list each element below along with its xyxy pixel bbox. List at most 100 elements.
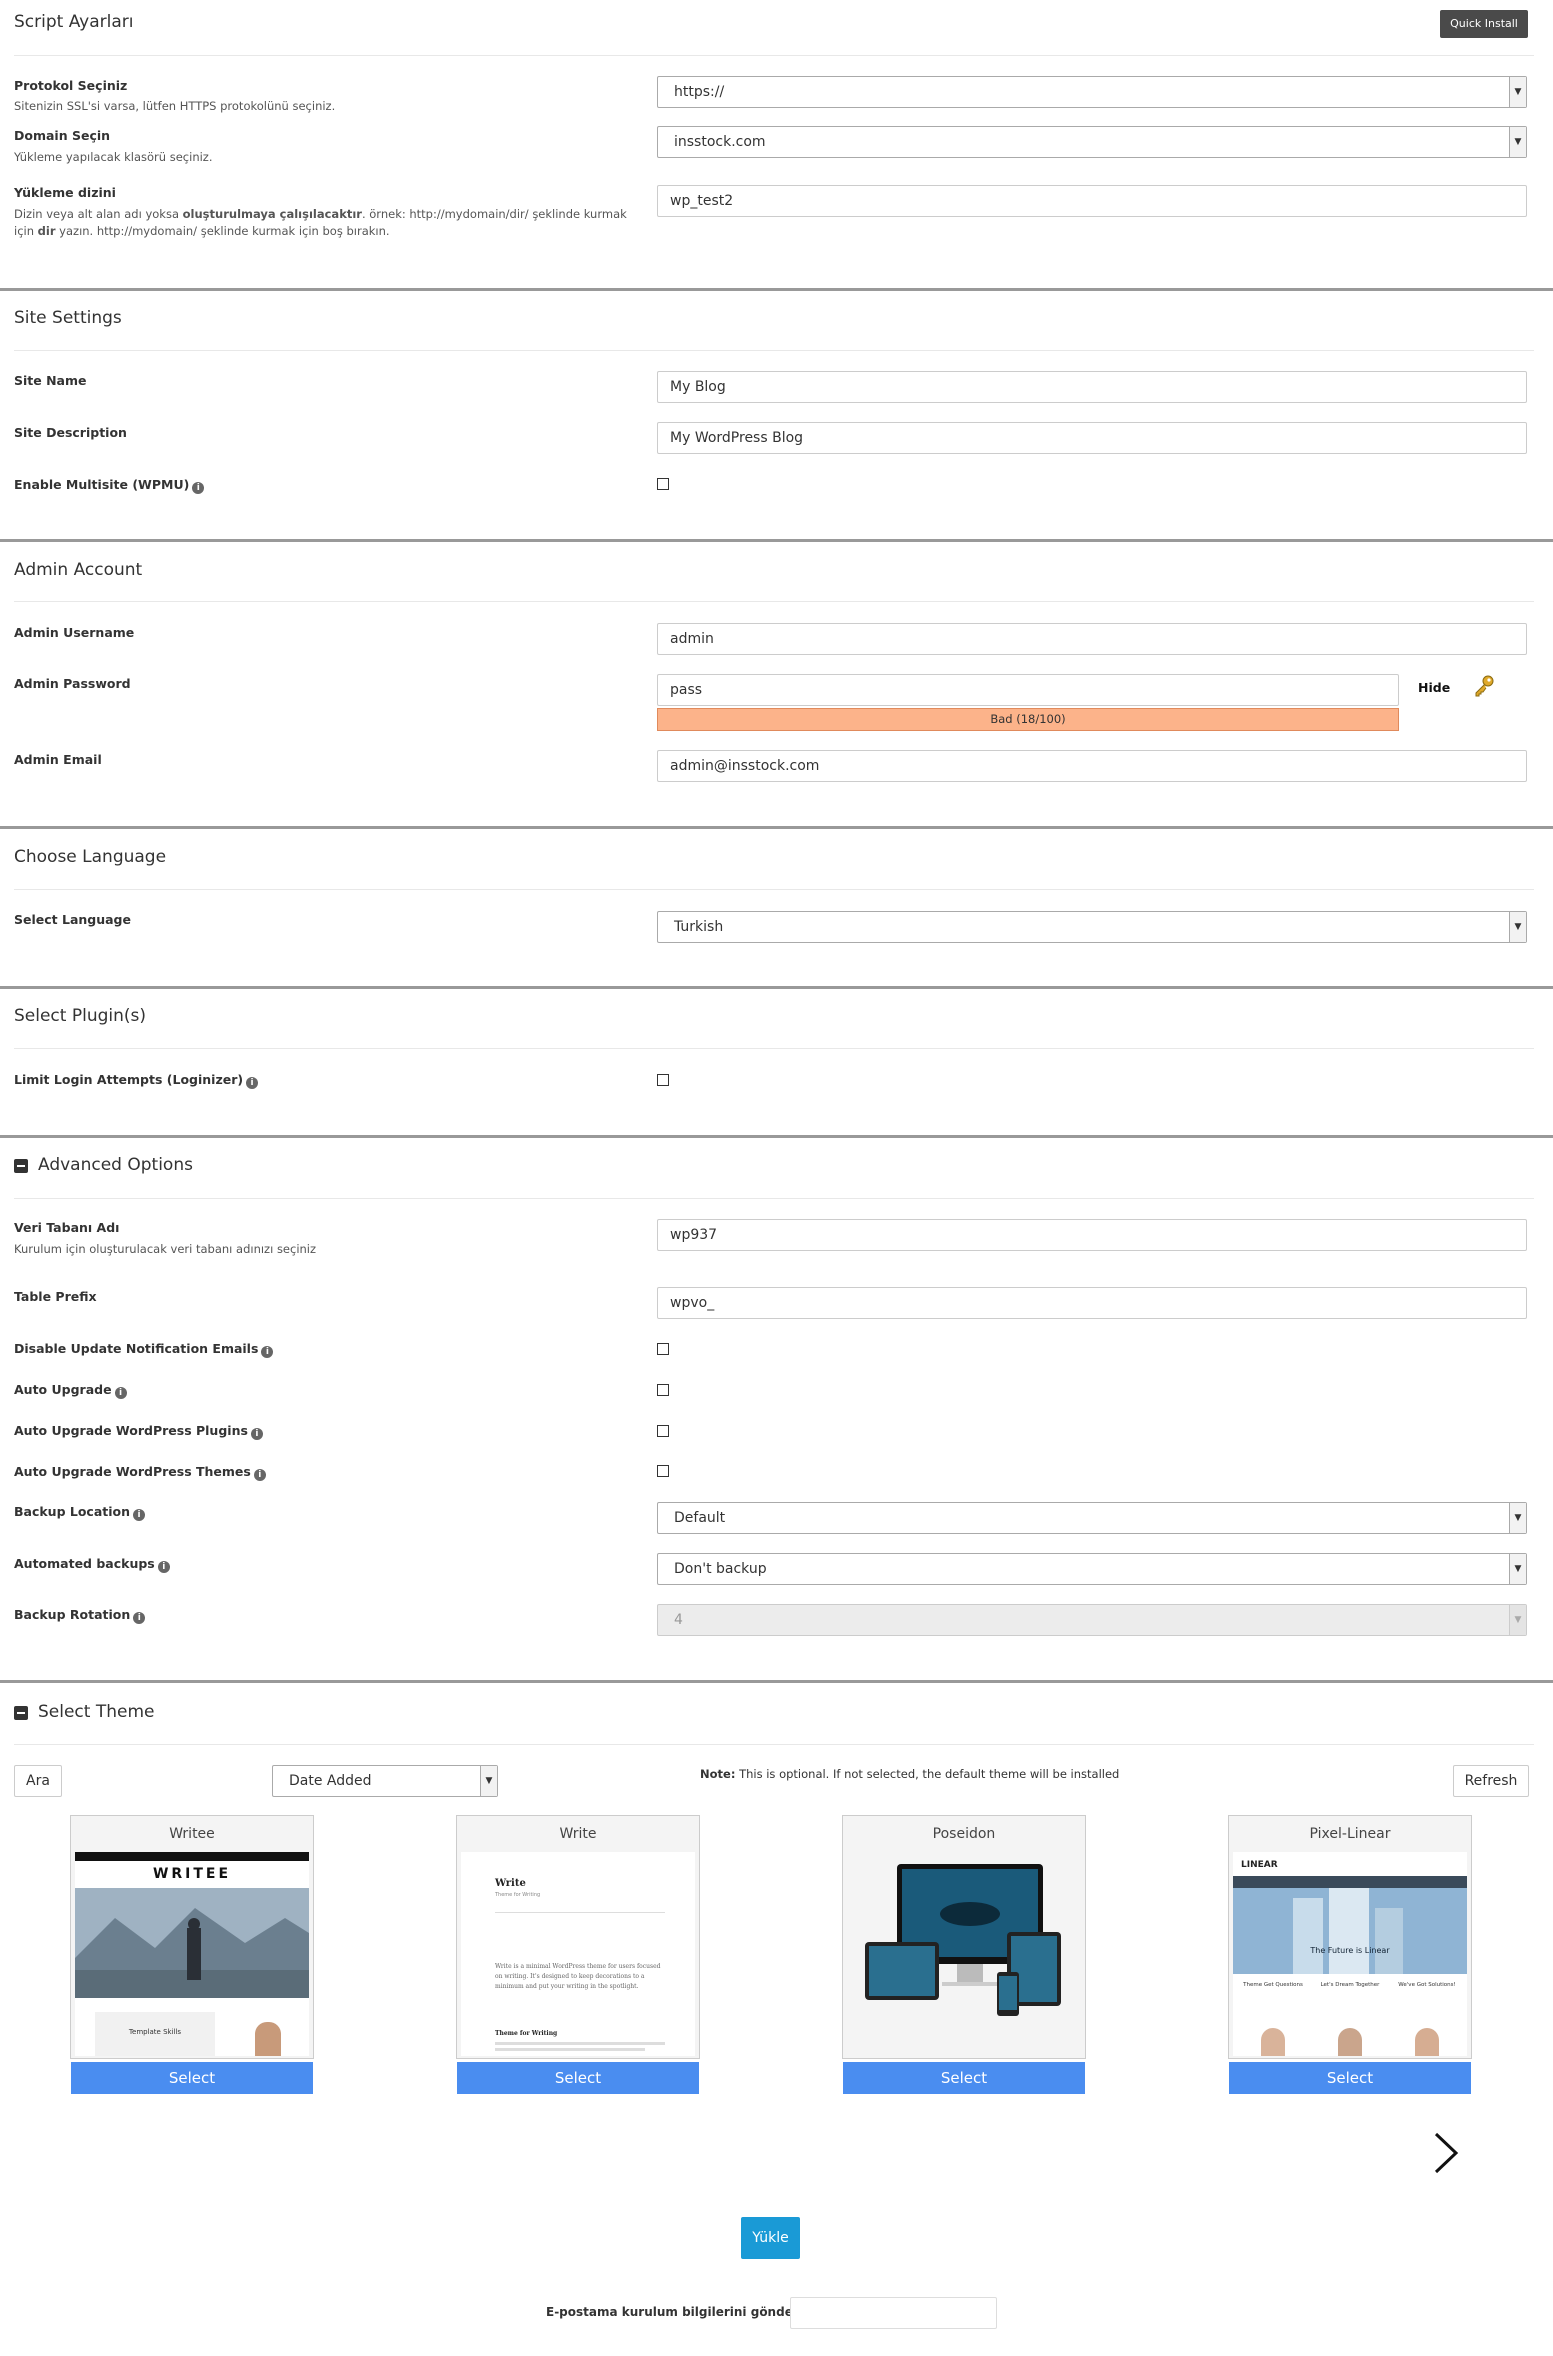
table-prefix-label: Table Prefix: [14, 1289, 97, 1304]
select-language-label: Select Language: [14, 912, 131, 927]
info-icon[interactable]: i: [246, 1077, 259, 1089]
divider: [14, 1744, 1534, 1745]
divider: [14, 601, 1534, 602]
site-description-input[interactable]: My WordPress Blog: [657, 422, 1527, 454]
section-divider: [0, 1680, 1553, 1683]
table-prefix-input[interactable]: wpvo_: [657, 1287, 1527, 1319]
auto-upgrade-label: Auto Upgrade i: [14, 1382, 127, 1399]
info-icon[interactable]: i: [157, 1561, 170, 1573]
directory-label: Yükleme dizini: [14, 185, 116, 200]
info-icon[interactable]: i: [133, 1612, 146, 1624]
theme-card-poseidon[interactable]: Poseidon: [842, 1815, 1086, 2059]
db-name-input[interactable]: wp937: [657, 1219, 1527, 1251]
info-icon[interactable]: i: [192, 482, 205, 494]
theme-name: Write: [559, 1826, 597, 1842]
email-info-input[interactable]: [790, 2297, 997, 2329]
divider: [14, 889, 1534, 890]
directory-input[interactable]: wp_test2: [657, 185, 1527, 217]
hide-password-link[interactable]: Hide: [1418, 680, 1450, 695]
info-icon[interactable]: i: [114, 1387, 127, 1399]
protocol-description: Sitenizin SSL'si varsa, lütfen HTTPS pro…: [14, 99, 336, 113]
chevron-down-icon: ▼: [1509, 1605, 1526, 1635]
theme-screenshot: LINEAR The Future is Linear Theme Get Qu…: [1233, 1852, 1467, 2056]
theme-screenshot: [847, 1852, 1081, 2056]
next-arrow-icon[interactable]: [1430, 2130, 1460, 2176]
collapse-icon[interactable]: [14, 1706, 28, 1720]
auto-upgrade-plugins-checkbox[interactable]: [657, 1425, 669, 1437]
backup-rotation-value: 4: [674, 1612, 683, 1628]
password-strength-bar: Bad (18/100): [657, 708, 1399, 731]
theme-card-write[interactable]: Write Write Theme for Writing Write is a…: [456, 1815, 700, 2059]
chevron-down-icon: ▼: [1509, 77, 1526, 107]
section-title-select-theme[interactable]: Select Theme: [38, 1702, 155, 1722]
theme-hero-text: The Future is Linear: [1310, 1946, 1390, 1955]
collapse-icon[interactable]: [14, 1159, 28, 1173]
protocol-select-value: https://: [674, 84, 725, 100]
divider: [14, 55, 1534, 56]
section-title-admin-account: Admin Account: [14, 560, 143, 580]
section-divider: [0, 986, 1553, 989]
theme-note: Note: This is optional. If not selected,…: [700, 1767, 1120, 1781]
info-icon[interactable]: i: [133, 1509, 146, 1521]
protocol-select[interactable]: https:// ▼: [657, 76, 1527, 108]
quick-install-button[interactable]: Quick Install: [1440, 10, 1528, 38]
auto-upgrade-plugins-label: Auto Upgrade WordPress Plugins i: [14, 1423, 263, 1440]
section-divider: [0, 1135, 1553, 1138]
theme-screenshot: WRITEE Template Skills: [75, 1852, 309, 2056]
select-theme-pixel-linear-button[interactable]: Select: [1229, 2062, 1471, 2094]
domain-label: Domain Seçin: [14, 128, 111, 143]
theme-column-1: Theme Get Questions: [1243, 1982, 1303, 1988]
select-theme-poseidon-button[interactable]: Select: [843, 2062, 1085, 2094]
backup-location-label: Backup Location i: [14, 1504, 146, 1521]
info-icon[interactable]: i: [261, 1346, 274, 1358]
select-theme-write-button[interactable]: Select: [457, 2062, 699, 2094]
automated-backups-select[interactable]: Don't backup ▼: [657, 1553, 1527, 1585]
install-button[interactable]: Yükle: [741, 2217, 800, 2259]
db-name-description: Kurulum için oluşturulacak veri tabanı a…: [14, 1242, 317, 1256]
key-icon[interactable]: [1472, 674, 1496, 698]
info-icon[interactable]: i: [250, 1428, 263, 1440]
admin-password-label: Admin Password: [14, 676, 131, 691]
directory-description: Dizin veya alt alan adı yoksa oluşturulm…: [14, 207, 627, 238]
chevron-down-icon: ▼: [1509, 912, 1526, 942]
site-name-input[interactable]: My Blog: [657, 371, 1527, 403]
domain-select[interactable]: insstock.com ▼: [657, 126, 1527, 158]
disable-update-emails-checkbox[interactable]: [657, 1343, 669, 1355]
theme-sort-select[interactable]: Date Added ▼: [272, 1765, 498, 1797]
theme-sort-value: Date Added: [289, 1773, 372, 1789]
theme-card-writee[interactable]: Writee WRITEE Template Skills: [70, 1815, 314, 2059]
theme-card-pixel-linear[interactable]: Pixel-Linear LINEAR The Future is Linear…: [1228, 1815, 1472, 2059]
backup-location-value: Default: [674, 1510, 726, 1526]
admin-password-input[interactable]: pass: [657, 674, 1399, 706]
theme-post-title: Theme for Writing: [495, 2030, 558, 2037]
language-select-value: Turkish: [674, 919, 724, 935]
protocol-label: Protokol Seçiniz: [14, 78, 128, 93]
theme-logo: LINEAR: [1241, 1860, 1278, 1870]
auto-upgrade-checkbox[interactable]: [657, 1384, 669, 1396]
limit-login-label: Limit Login Attempts (Loginizer) i: [14, 1072, 259, 1089]
automated-backups-label: Automated backups i: [14, 1556, 170, 1573]
search-button[interactable]: Ara: [14, 1765, 62, 1797]
info-icon[interactable]: i: [253, 1469, 266, 1481]
chevron-down-icon: ▼: [1509, 127, 1526, 157]
section-divider: [0, 826, 1553, 829]
theme-tagline: Theme for Writing: [495, 1892, 541, 1898]
chevron-down-icon: ▼: [480, 1766, 497, 1796]
theme-name: Writee: [169, 1826, 215, 1842]
auto-upgrade-themes-checkbox[interactable]: [657, 1465, 669, 1477]
limit-login-checkbox[interactable]: [657, 1074, 669, 1086]
refresh-button[interactable]: Refresh: [1453, 1765, 1529, 1797]
admin-email-input[interactable]: admin@insstock.com: [657, 750, 1527, 782]
select-theme-writee-button[interactable]: Select: [71, 2062, 313, 2094]
chevron-down-icon: ▼: [1509, 1503, 1526, 1533]
multisite-checkbox[interactable]: [657, 478, 669, 490]
theme-logo: Write: [495, 1878, 526, 1889]
multisite-label: Enable Multisite (WPMU) i: [14, 477, 205, 494]
admin-username-input[interactable]: admin: [657, 623, 1527, 655]
email-info-label: E-postama kurulum bilgilerini gönder :: [546, 2305, 808, 2319]
section-title-advanced-options[interactable]: Advanced Options: [38, 1155, 193, 1175]
backup-rotation-select: 4 ▼: [657, 1604, 1527, 1636]
theme-body: Write is a minimal WordPress theme for u…: [495, 1963, 661, 1990]
language-select[interactable]: Turkish ▼: [657, 911, 1527, 943]
backup-location-select[interactable]: Default ▼: [657, 1502, 1527, 1534]
